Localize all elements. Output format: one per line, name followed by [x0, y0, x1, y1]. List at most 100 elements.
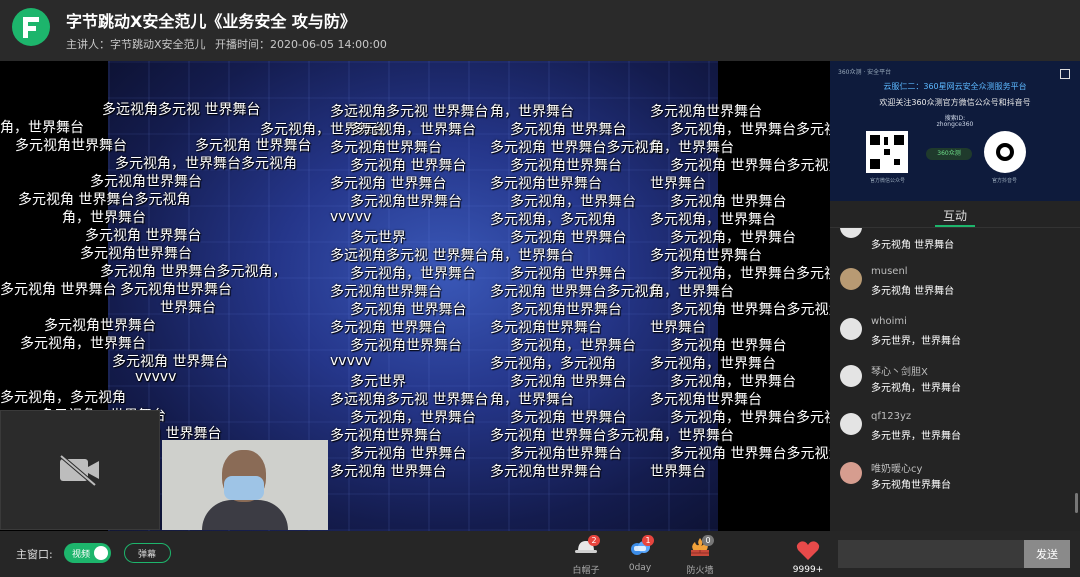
danmaku-item: 多元视角，世界舞台	[650, 212, 776, 228]
gift-label: 0day	[628, 563, 652, 573]
brand-badge: 360众测	[926, 148, 972, 160]
bottom-toolbar: 主窗口: 视频 弹幕 2 白帽子 1 0day 0 防火墙 9999+	[0, 531, 830, 577]
chat-scrollbar[interactable]	[1075, 493, 1078, 513]
danmaku-item: 多元视角 世界舞台	[195, 138, 312, 154]
chat-list[interactable]: 多元视角 世界舞台 musenl 多元视角 世界舞台 whoimi 多元世界，世界舞台琴…	[830, 228, 1080, 531]
camera-off-tile[interactable]	[0, 410, 160, 530]
danmaku-item: 多元视角 世界舞台多元视角，	[100, 264, 287, 280]
avatar	[840, 318, 862, 340]
danmaku-item: 多元视角，世界舞台	[20, 336, 146, 352]
like-button[interactable]: 9999+	[786, 537, 830, 577]
tab-indicator	[935, 225, 975, 227]
danmaku-item: 角，世界舞台	[650, 140, 734, 156]
danmaku-item: 多元视角世界舞台	[330, 428, 442, 444]
danmaku-item: 多元视角世界舞台	[90, 174, 202, 190]
danmaku-item: 多元世界	[350, 374, 406, 390]
avatar	[840, 268, 862, 290]
danmaku-item: 多元视角世界舞台	[510, 302, 622, 318]
danmaku-item: 角，世界舞台	[0, 120, 84, 136]
danmaku-item: 角，世界舞台	[650, 284, 734, 300]
gift-count-badge: 2	[588, 535, 600, 546]
danmaku-item: 多元视角 世界舞台多元视角	[18, 192, 191, 208]
danmaku-item: 多元视角，世界舞台	[350, 266, 476, 282]
danmaku-item: 多元视角 世界舞台多元视角	[490, 140, 663, 156]
speaker-mask	[224, 476, 264, 500]
slide-topline: 360众测 · 安全平台	[838, 69, 892, 76]
like-count: 9999+	[792, 565, 824, 575]
danmaku-item: 多元视角，世界舞台	[350, 122, 476, 138]
avatar	[840, 462, 862, 484]
gift-label: 防火墙	[686, 566, 714, 576]
chat-text: 多元视角 世界舞台	[871, 240, 955, 251]
danmaku-item: 多元视角，世界舞台多元视角	[115, 156, 297, 172]
danmaku-button[interactable]: 弹幕	[124, 543, 171, 563]
danmaku-item: 多元视角世界舞台	[80, 246, 192, 262]
douyin-qr-icon	[984, 131, 1026, 173]
danmaku-item: 多远视角多元视 世界舞台	[330, 248, 489, 264]
slide-title: 云服仁二：360星网云安全众测服务平台	[883, 82, 1027, 91]
danmaku-item: 多元视角 世界舞台多元视角，	[670, 158, 830, 174]
gift-whitehat-button[interactable]: 2 白帽子	[564, 535, 608, 576]
danmaku-item: 角，世界舞台	[650, 428, 734, 444]
send-button[interactable]: 发送	[1024, 540, 1070, 568]
danmaku-item: 世界舞台	[160, 300, 216, 316]
danmaku-item: 角，世界舞台	[490, 248, 574, 264]
danmaku-item: 多元视角 世界舞台	[510, 410, 627, 426]
chat-input[interactable]	[838, 540, 1024, 568]
heart-icon	[796, 541, 820, 560]
fullscreen-icon[interactable]	[1060, 69, 1070, 79]
danmaku-item: 多元视角 世界舞台多元视角，	[670, 446, 830, 462]
danmaku-item: 多元视角，世界舞台	[510, 338, 636, 354]
chat-username: musenl	[871, 266, 908, 277]
tab-bar: 互动	[830, 201, 1080, 228]
danmaku-item: 多元视角 世界舞台	[112, 354, 229, 370]
danmaku-item: 多元视角 世界舞台	[510, 122, 627, 138]
gift-firewall-button[interactable]: 0 防火墙	[678, 535, 722, 576]
danmaku-item: 多元视角 世界舞台	[330, 320, 447, 336]
danmaku-item: 角，世界舞台	[490, 104, 574, 120]
wechat-caption: 官方微信公众号	[870, 178, 906, 184]
danmaku-item: 多远视角多元视 世界舞台	[102, 102, 261, 118]
danmaku-item: vvvvv	[135, 369, 177, 385]
speaker-camera-tile[interactable]	[162, 440, 328, 530]
chat-text: 多元世界，世界舞台	[871, 336, 961, 347]
danmaku-item: 多元视角世界舞台	[330, 284, 442, 300]
tab-interact[interactable]: 互动	[830, 207, 1080, 224]
danmaku-item: 多元视角世界舞台	[650, 104, 762, 120]
danmaku-item: 多元视角世界舞台	[350, 338, 462, 354]
danmaku-item: 多元视角 世界舞台	[0, 282, 117, 298]
live-room: 字节跳动X安全范儿《业务安全 攻与防》 主讲人：字节跳动X安全范儿 开播时间：2…	[0, 0, 1080, 577]
danmaku-item: 多元视角世界舞台	[510, 158, 622, 174]
video-toggle-label: 视频	[72, 550, 91, 560]
slide-preview[interactable]: 360众测 · 安全平台 云服仁二：360星网云安全众测服务平台 欢迎关注360…	[830, 61, 1080, 201]
danmaku-item: 多元视角 世界舞台	[85, 228, 202, 244]
toggle-knob	[94, 546, 108, 560]
danmaku-item: 多元视角，世界舞台	[670, 374, 796, 390]
danmaku-button-label: 弹幕	[138, 550, 157, 560]
danmaku-item: 多元视角 世界舞台多元视角	[490, 428, 663, 444]
header: 字节跳动X安全范儿《业务安全 攻与防》 主讲人：字节跳动X安全范儿 开播时间：2…	[0, 0, 1080, 61]
danmaku-item: 多元视角 世界舞台	[350, 446, 467, 462]
chat-text: 多元视角世界舞台	[871, 480, 951, 491]
danmaku-item: 多远视角多元视 世界舞台	[330, 392, 489, 408]
douyin-caption: 官方抖音号	[992, 178, 1018, 184]
chat-username: 琴心丶剑胆X	[871, 367, 928, 378]
gift-0day-button[interactable]: 1 0day	[618, 535, 662, 575]
danmaku-item: 多元视角，多元视角	[490, 356, 616, 372]
danmaku-item: 多元视角 世界舞台	[670, 194, 787, 210]
avatar	[840, 413, 862, 435]
danmaku-item: 多元视角，世界舞台	[510, 194, 636, 210]
danmaku-item: 多元视角 世界舞台	[510, 266, 627, 282]
danmaku-item: vvvvv	[330, 353, 372, 369]
main-window-label: 主窗口:	[16, 548, 53, 561]
main-video[interactable]: 多远视角多元视 世界舞台 角，世界舞台 多元视角世界舞台 多元视角，世界舞台 多元视角 …	[0, 61, 830, 531]
danmaku-item: 多元视角 世界舞台	[330, 176, 447, 192]
video-toggle[interactable]: 视频	[64, 543, 111, 563]
gift-count-badge: 0	[702, 535, 714, 546]
danmaku-item: vvvvv	[330, 209, 372, 225]
slide-subtitle: 欢迎关注360众测官方微信公众号和抖音号	[879, 98, 1031, 107]
stream-info: 主讲人：字节跳动X安全范儿 开播时间：2020-06-05 14:00:00	[66, 36, 393, 52]
danmaku-item: 多元视角，多元视角	[490, 212, 616, 228]
wechat-qr-icon	[866, 131, 908, 173]
avatar	[840, 365, 862, 387]
